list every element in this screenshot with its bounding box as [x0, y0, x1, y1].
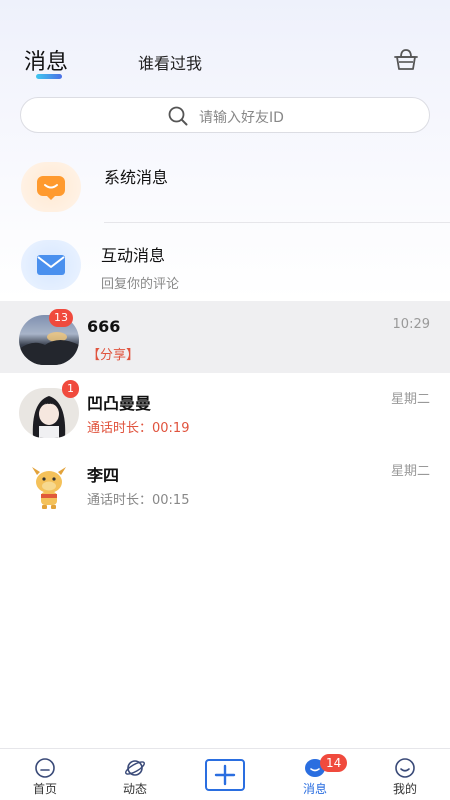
- nav-messages-label: 消息: [302, 782, 327, 796]
- chat-time: 星期二: [390, 392, 430, 407]
- divider: [104, 222, 450, 223]
- plus-icon: [214, 764, 236, 786]
- chat-time: 星期二: [390, 464, 430, 479]
- messages-badge: 14: [320, 754, 348, 772]
- tab-who-viewed-me[interactable]: 谁看过我: [138, 50, 202, 74]
- nav-moments-label: 动态: [122, 782, 147, 796]
- interaction-icon-bg: [21, 240, 81, 290]
- nav-mine-label: 我的: [392, 782, 417, 796]
- header: 消息 谁看过我: [0, 0, 450, 95]
- tab-messages[interactable]: 消息: [24, 44, 68, 76]
- search-icon: [168, 106, 188, 126]
- chat-preview: 通话时长：00:19: [87, 421, 190, 436]
- active-tab-indicator: [36, 74, 62, 79]
- basket-button[interactable]: [392, 46, 420, 74]
- interaction-messages-subtitle: 回复你的评论: [101, 277, 180, 292]
- system-messages-row[interactable]: 系统消息: [0, 150, 450, 222]
- chat-row[interactable]: 13 666 【分享】 10:29: [0, 301, 450, 373]
- chat-name: 李四: [87, 466, 120, 485]
- chat-bubble-icon: [37, 176, 65, 200]
- avatar: [19, 461, 79, 511]
- chat-row[interactable]: 1 凹凸曼曼 通话时长：00:19 星期二: [0, 374, 450, 446]
- nav-home-label: 首页: [32, 782, 57, 796]
- cow-mascot-image: [32, 467, 66, 509]
- bottom-nav: 首页 动态 消息 14 我的: [0, 748, 450, 800]
- system-icon-bg: [21, 162, 81, 212]
- interaction-messages-title: 互动消息: [101, 246, 166, 265]
- unread-badge: 13: [49, 309, 73, 327]
- system-messages-title: 系统消息: [104, 168, 169, 187]
- search-bar[interactable]: 请输入好友ID: [20, 97, 430, 133]
- interaction-messages-row[interactable]: 互动消息 回复你的评论: [0, 228, 450, 300]
- chat-preview: 【分享】: [87, 348, 140, 363]
- nav-moments[interactable]: 动态: [95, 749, 175, 800]
- add-button[interactable]: [205, 759, 245, 791]
- nav-mine[interactable]: 我的: [365, 749, 445, 800]
- chat-time: 10:29: [392, 317, 430, 332]
- unread-badge: 1: [62, 380, 79, 398]
- nav-home[interactable]: 首页: [5, 749, 85, 800]
- chat-preview: 通话时长：00:15: [87, 493, 190, 508]
- home-icon: [35, 758, 55, 778]
- search-input[interactable]: 请输入好友ID: [199, 107, 284, 127]
- chat-row[interactable]: 李四 通话时长：00:15 星期二: [0, 447, 450, 519]
- envelope-icon: [37, 255, 65, 275]
- basket-icon: [394, 49, 418, 70]
- planet-icon: [125, 760, 145, 776]
- chat-name: 666: [87, 317, 121, 336]
- smiley-icon: [395, 758, 415, 778]
- chat-name: 凹凸曼曼: [87, 394, 152, 413]
